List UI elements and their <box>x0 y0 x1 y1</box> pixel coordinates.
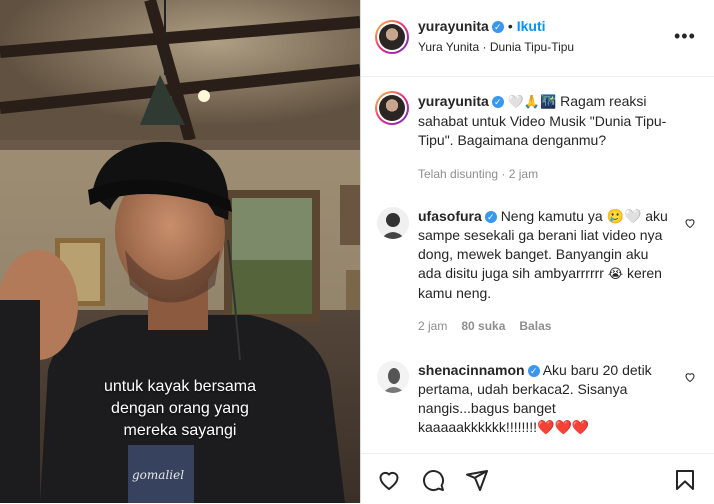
comments-list[interactable]: yurayunita ✓ 🤍🙏🌃 Ragam reaksi sahabat unt… <box>361 77 714 453</box>
verified-badge-icon: ✓ <box>491 21 504 33</box>
comment-text: ufasofura ✓ Neng kamutu ya 🥲🤍 aku sampe s… <box>418 207 668 303</box>
follow-button[interactable]: Ikuti <box>517 18 546 34</box>
caption-avatar[interactable] <box>375 91 409 125</box>
bookmark-icon[interactable] <box>673 468 697 492</box>
post-media[interactable]: untuk kayak bersama dengan orang yang me… <box>0 0 360 503</box>
post-panel: yurayunita ✓ • Ikuti Yura Yunita · Dunia Ti… <box>360 0 714 503</box>
comment-meta: 2 jam 80 suka Balas <box>418 319 551 333</box>
comment-username[interactable]: shenacinnamon <box>418 362 525 378</box>
more-icon[interactable]: ••• <box>674 26 696 47</box>
caption-line-1: untuk kayak bersama <box>103 378 257 395</box>
verified-badge-icon: ✓ <box>527 365 540 377</box>
comment-icon[interactable] <box>421 468 445 492</box>
verified-badge-icon: ✓ <box>484 211 497 223</box>
caption-text: yurayunita ✓ 🤍🙏🌃 Ragam reaksi sahabat unt… <box>418 92 668 150</box>
caption-line-2: dengan orang yang <box>111 400 249 417</box>
commenter-avatar[interactable] <box>377 361 409 393</box>
author-username[interactable]: yurayunita <box>418 18 489 34</box>
video-caption: untuk kayak bersama dengan orang yang me… <box>0 376 360 442</box>
post-header: yurayunita ✓ • Ikuti Yura Yunita · Dunia Ti… <box>361 0 714 77</box>
action-bar <box>361 453 714 504</box>
caption-emojis: 🤍🙏🌃 <box>507 95 557 110</box>
comment-text: shenacinnamon ✓ Aku baru 20 detik pertama… <box>418 361 668 438</box>
shirt-print-text: gomaliel <box>132 468 185 482</box>
reply-button[interactable]: Balas <box>519 319 551 333</box>
audio-subtitle[interactable]: Yura Yunita · Dunia Tipu-Tipu <box>418 40 574 54</box>
caption-username[interactable]: yurayunita <box>418 93 489 109</box>
verified-badge-icon: ✓ <box>491 96 504 108</box>
comment-emoji: ❤️❤️❤️ <box>537 420 590 436</box>
header-name-row: yurayunita ✓ • Ikuti <box>418 18 546 34</box>
comment-time: 2 jam <box>418 319 448 333</box>
comment-likes[interactable]: 80 suka <box>461 319 505 333</box>
author-avatar[interactable] <box>375 20 409 54</box>
commenter-avatar[interactable] <box>377 207 409 239</box>
comment-username[interactable]: ufasofura <box>418 208 482 224</box>
heart-icon[interactable] <box>377 468 401 492</box>
comment-emoji: 😭 <box>607 267 624 282</box>
comment-heart-icon[interactable] <box>684 371 696 383</box>
caption-meta: Telah disunting · 2 jam <box>418 167 539 181</box>
comment-heart-icon[interactable] <box>684 217 696 229</box>
caption-line-3: mereka sayangi <box>123 422 237 439</box>
share-icon[interactable] <box>465 468 489 492</box>
